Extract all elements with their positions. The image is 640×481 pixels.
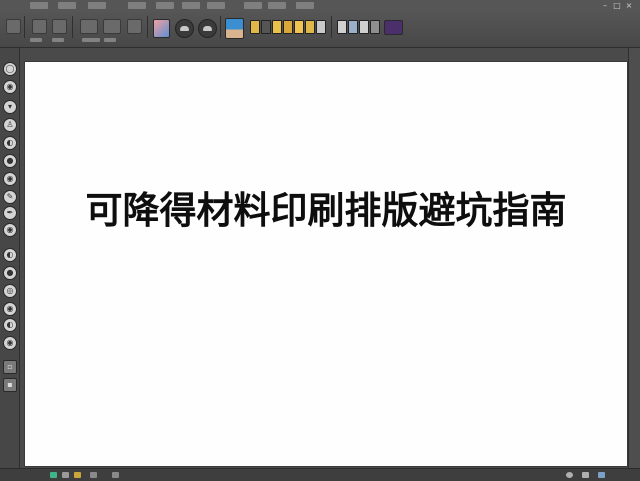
status-indicator-icon[interactable] xyxy=(74,472,81,478)
zoom-tool-icon[interactable]: ▫ xyxy=(3,360,17,374)
tool-preset-icon[interactable] xyxy=(32,19,47,34)
tool-panel: ◯ ◉ ▾ ♙ ◐ ● ◉ ✎ ✒ ◉ ◐ ● ◎ ◉ ◐ ◉ ▫ ▪ xyxy=(0,48,20,468)
drop-tool-icon[interactable]: ● xyxy=(3,154,17,168)
brush-preset-icon[interactable] xyxy=(305,20,315,34)
menu-item-layer[interactable] xyxy=(128,2,146,9)
distribute-icon[interactable] xyxy=(103,19,121,34)
options-bar: – □ × xyxy=(0,0,640,48)
menu-item-edit[interactable] xyxy=(58,2,76,9)
grid-icon[interactable] xyxy=(598,472,605,478)
paint-tool-icon[interactable]: ◐ xyxy=(3,248,17,262)
panel-icon[interactable] xyxy=(337,20,347,34)
maximize-icon[interactable]: □ xyxy=(612,1,622,10)
menu-item-image[interactable] xyxy=(88,2,106,9)
gear-icon[interactable] xyxy=(566,472,573,478)
scrollbar[interactable] xyxy=(628,48,640,468)
shape-tool-icon[interactable]: ◐ xyxy=(3,318,17,332)
close-icon[interactable]: × xyxy=(624,1,634,10)
view-tool-icon[interactable]: ◉ xyxy=(3,172,17,186)
brush-preset-icon[interactable] xyxy=(316,20,326,34)
arrow-left-icon[interactable] xyxy=(52,19,67,34)
label-placeholder xyxy=(52,38,64,42)
path-tool-icon[interactable]: ◉ xyxy=(3,223,17,237)
blur-tool-icon[interactable]: ● xyxy=(3,266,17,280)
selection-tool-icon[interactable]: ◯ xyxy=(3,62,17,76)
stamp-tool-icon[interactable]: ♙ xyxy=(3,118,17,132)
align-icon[interactable] xyxy=(80,19,98,34)
status-indicator-icon[interactable] xyxy=(112,472,119,478)
status-indicator-icon[interactable] xyxy=(50,472,57,478)
status-indicator-icon[interactable] xyxy=(90,472,97,478)
separator xyxy=(331,16,332,38)
label-placeholder xyxy=(82,38,100,42)
brush-preset-icon[interactable] xyxy=(283,20,293,34)
pen-tool-icon[interactable]: ✒ xyxy=(3,206,17,220)
panel-icon[interactable] xyxy=(359,20,369,34)
minimize-icon[interactable]: – xyxy=(600,1,610,10)
dodge-tool-icon[interactable]: ◎ xyxy=(3,284,17,298)
type-tool-icon[interactable]: ◉ xyxy=(3,302,17,316)
menu-item-filter[interactable] xyxy=(207,2,225,9)
panel-icon[interactable] xyxy=(348,20,358,34)
menu-item-help[interactable] xyxy=(296,2,314,9)
document-canvas[interactable]: 可降得材料印刷排版避坑指南 xyxy=(25,62,627,466)
menu-item-select[interactable] xyxy=(182,2,200,9)
workspace-icon[interactable] xyxy=(384,20,403,35)
separator xyxy=(147,16,148,38)
mask-mode-icon[interactable] xyxy=(198,19,217,38)
label-placeholder xyxy=(104,38,116,42)
menu-item-view[interactable] xyxy=(244,2,262,9)
status-bar xyxy=(0,468,640,481)
fill-tool-icon[interactable]: ▾ xyxy=(3,100,17,114)
brush-preset-icon[interactable] xyxy=(250,20,260,34)
label-placeholder xyxy=(30,38,42,42)
hand-tool-icon[interactable]: ◉ xyxy=(3,336,17,350)
menu-item-window[interactable] xyxy=(268,2,286,9)
transform-icon[interactable] xyxy=(127,19,142,34)
separator xyxy=(220,16,221,38)
brush-tool-icon[interactable]: ✎ xyxy=(3,190,17,204)
move-tool-icon[interactable] xyxy=(6,19,21,34)
menu-item-type[interactable] xyxy=(156,2,174,9)
avatar[interactable] xyxy=(225,18,244,39)
brush-preset-icon[interactable] xyxy=(294,20,304,34)
brush-preset-icon[interactable] xyxy=(261,20,271,34)
menu-item-file[interactable] xyxy=(30,2,48,9)
mode-toggle-icon[interactable] xyxy=(175,19,194,38)
page-title: 可降得材料印刷排版避坑指南 xyxy=(85,189,567,232)
panel-icon[interactable] xyxy=(370,20,380,34)
status-indicator-icon[interactable] xyxy=(62,472,69,478)
brush-preset-icon[interactable] xyxy=(272,20,282,34)
separator xyxy=(24,16,25,38)
separator xyxy=(72,16,73,38)
menu-bar: – □ × xyxy=(0,0,640,12)
close-icon[interactable] xyxy=(582,472,589,478)
eye-tool-icon[interactable]: ◉ xyxy=(3,80,17,94)
color-picker-icon[interactable]: ▪ xyxy=(3,378,17,392)
eraser-tool-icon[interactable]: ◐ xyxy=(3,136,17,150)
color-swatch-icon[interactable] xyxy=(153,19,170,38)
